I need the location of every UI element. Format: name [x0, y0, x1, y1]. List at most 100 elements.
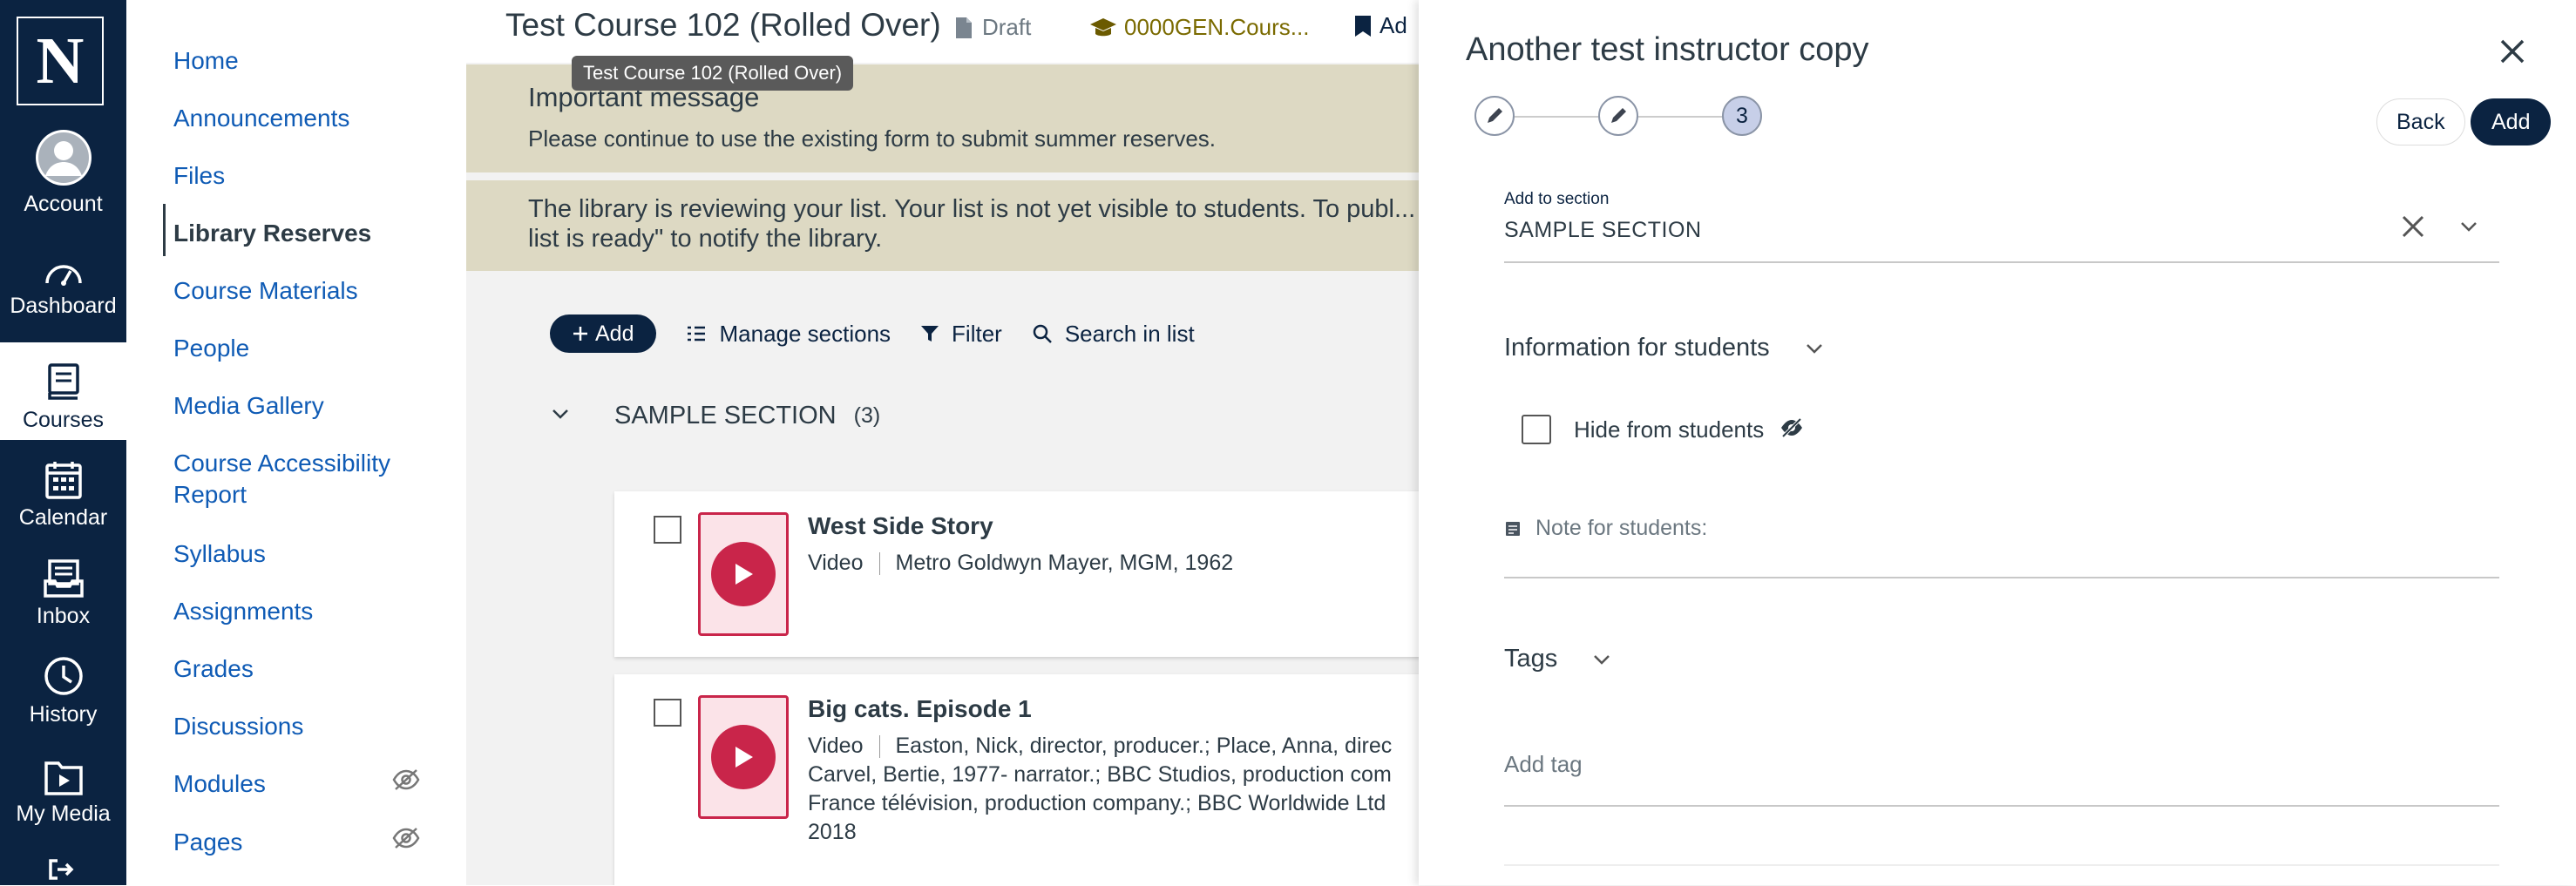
course-title-tooltip: Test Course 102 (Rolled Over): [572, 56, 854, 91]
draft-label: Draft: [982, 14, 1032, 40]
course-nav-accessibility-report[interactable]: Course Accessibility Report: [173, 448, 426, 511]
course-header: Test Course 102 (Rolled Over) Draft 0000…: [466, 0, 1420, 63]
hide-from-students-checkbox[interactable]: [1522, 415, 1551, 444]
item-type: Video: [808, 734, 864, 758]
search-icon: [1033, 324, 1052, 343]
item-title[interactable]: Big cats. Episode 1: [808, 695, 1032, 723]
search-in-list-button[interactable]: Search in list: [1032, 321, 1195, 348]
step-1-button[interactable]: [1474, 96, 1515, 136]
active-indicator: [163, 204, 166, 256]
course-nav-syllabus[interactable]: Syllabus: [173, 538, 266, 570]
plus-icon: [573, 327, 587, 341]
course-nav-files[interactable]: Files: [173, 160, 225, 192]
clear-section-button[interactable]: [2401, 214, 2425, 243]
global-nav-label: Account: [24, 192, 103, 216]
course-nav-people[interactable]: People: [173, 333, 249, 364]
main-content: Test Course 102 (Rolled Over) Draft 0000…: [466, 0, 1420, 885]
step-connector: [1638, 116, 1722, 118]
meta-divider: [878, 552, 880, 576]
global-nav-label: Calendar: [18, 505, 108, 530]
course-nav-media-gallery[interactable]: Media Gallery: [173, 390, 324, 422]
global-nav: N Account Dashboard Courses Calendar Inb…: [0, 0, 126, 885]
global-nav-calendar[interactable]: Calendar: [0, 440, 126, 538]
item-checkbox[interactable]: [654, 516, 681, 544]
collapse-nav-button[interactable]: [47, 857, 75, 886]
document-icon: [956, 17, 972, 38]
course-nav-pages[interactable]: Pages: [173, 827, 242, 858]
play-icon: [711, 725, 776, 789]
pencil-icon: [1488, 108, 1502, 123]
add-submit-button[interactable]: Add: [2471, 98, 2552, 145]
item-title[interactable]: West Side Story: [808, 512, 993, 540]
note-for-students-field[interactable]: Note for students:: [1504, 516, 1707, 541]
global-nav-inbox[interactable]: Inbox: [0, 538, 126, 636]
add-button[interactable]: Add: [550, 314, 657, 353]
university-logo[interactable]: N: [17, 17, 104, 105]
courses-icon: [47, 363, 79, 400]
close-panel-button[interactable]: [2499, 38, 2525, 69]
course-code: 0000GEN.Cours...: [1124, 14, 1310, 40]
course-nav-discussions[interactable]: Discussions: [173, 711, 303, 742]
dashboard-icon: [44, 265, 82, 286]
step-connector: [1515, 116, 1598, 118]
my-media-icon: [44, 761, 83, 795]
manage-sections-button[interactable]: Manage sections: [686, 321, 891, 348]
meta-divider: [878, 735, 880, 759]
manage-sections-label: Manage sections: [719, 320, 891, 347]
section-field-label: Add to section: [1504, 190, 1610, 208]
draft-status: Draft: [954, 14, 1031, 41]
add-tag-input[interactable]: Add tag: [1504, 751, 1583, 778]
item-type: Video: [808, 551, 864, 575]
close-icon: [2500, 39, 2525, 64]
list-item: Big cats. Episode 1 Video Easton, Nick, d…: [614, 674, 1420, 885]
item-meta: Video Easton, Nick, director, producer.; …: [808, 732, 1420, 847]
section-dropdown-toggle[interactable]: [2458, 220, 2479, 238]
field-underline: [1504, 577, 2499, 578]
course-code-link[interactable]: 0000GEN.Cours...: [1089, 14, 1309, 41]
global-nav-dashboard[interactable]: Dashboard: [0, 228, 126, 326]
global-nav-label: Dashboard: [10, 294, 117, 318]
course-nav-home[interactable]: Home: [173, 45, 239, 77]
chevron-down-icon: [1806, 343, 1822, 354]
video-thumbnail[interactable]: [698, 695, 789, 819]
eye-off-icon: [1779, 417, 1804, 443]
review-message-banner: The library is reviewing your list. Your…: [466, 180, 1420, 271]
tags-toggle[interactable]: Tags: [1504, 645, 1611, 673]
course-nav: Home Announcements Files Library Reserve…: [126, 0, 466, 885]
global-nav-courses[interactable]: Courses: [0, 342, 126, 440]
course-nav-announcements[interactable]: Announcements: [173, 103, 349, 134]
global-nav-label: My Media: [16, 801, 111, 826]
add-header-link[interactable]: Ad: [1353, 12, 1407, 39]
section-divider: [1504, 864, 2499, 866]
filter-button[interactable]: Filter: [920, 321, 1002, 348]
search-in-list-label: Search in list: [1064, 320, 1195, 347]
step-2-button[interactable]: [1598, 96, 1638, 136]
course-nav-grades[interactable]: Grades: [173, 653, 254, 685]
item-checkbox[interactable]: [654, 699, 681, 727]
info-students-heading: Information for students: [1504, 334, 1770, 362]
filter-icon: [921, 326, 939, 342]
logout-icon: [49, 859, 74, 880]
play-icon: [711, 542, 776, 606]
course-nav-modules[interactable]: Modules: [173, 768, 266, 800]
filter-label: Filter: [952, 320, 1002, 347]
back-button[interactable]: Back: [2376, 98, 2465, 145]
calendar-icon: [44, 462, 82, 499]
global-nav-account[interactable]: Account: [0, 126, 126, 224]
info-students-toggle[interactable]: Information for students: [1504, 334, 1824, 362]
chevron-down-icon[interactable]: [550, 407, 571, 425]
graduation-cap-icon: [1090, 17, 1116, 36]
course-nav-assignments[interactable]: Assignments: [173, 596, 313, 627]
course-nav-library-reserves[interactable]: Library Reserves: [173, 218, 371, 249]
add-item-panel: Another test instructor copy 3 Back Add …: [1419, 0, 2576, 885]
item-details: 2018: [808, 820, 857, 844]
global-nav-label: Courses: [22, 408, 105, 432]
section-select[interactable]: SAMPLE SECTION: [1504, 218, 1702, 243]
global-nav-label: History: [29, 702, 98, 727]
video-thumbnail[interactable]: [698, 512, 789, 636]
course-nav-course-materials[interactable]: Course Materials: [173, 275, 358, 307]
tags-heading: Tags: [1504, 645, 1558, 673]
global-nav-history[interactable]: History: [0, 637, 126, 734]
add-button-label: Add: [595, 321, 634, 346]
global-nav-my-media[interactable]: My Media: [0, 736, 126, 834]
